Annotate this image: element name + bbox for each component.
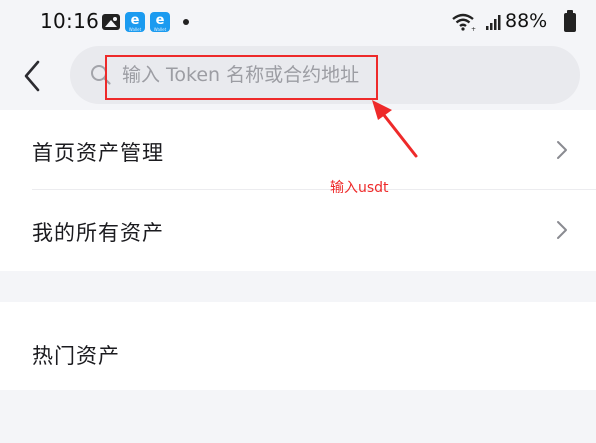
search-icon xyxy=(91,65,111,85)
list-item-label: 首页资产管理 xyxy=(32,141,164,165)
asset-menu-card: 首页资产管理 我的所有资产 xyxy=(0,110,596,271)
battery-icon xyxy=(564,10,576,32)
chevron-left-icon xyxy=(24,60,40,92)
section-header-hot-assets: 热门资产 xyxy=(0,302,596,390)
svg-text:+: + xyxy=(471,26,476,32)
status-bar: 10:16 e e + 88% xyxy=(0,0,596,44)
wallet-app-icon: e xyxy=(150,12,170,32)
hot-assets-section: 热门资产 xyxy=(0,302,596,390)
search-input[interactable] xyxy=(122,58,442,92)
section-title: 热门资产 xyxy=(32,344,120,368)
battery-percent: 88% xyxy=(505,10,548,32)
notification-dot-icon xyxy=(183,19,189,25)
top-navigation xyxy=(0,44,596,110)
list-item-label: 我的所有资产 xyxy=(32,221,164,245)
image-icon xyxy=(102,14,120,30)
list-item-home-asset-management[interactable]: 首页资产管理 xyxy=(0,110,596,190)
list-item-all-my-assets[interactable]: 我的所有资产 xyxy=(0,190,596,270)
annotation-note: 输入usdt xyxy=(330,180,389,196)
signal-icon xyxy=(486,15,501,30)
status-time: 10:16 xyxy=(40,9,100,33)
search-box[interactable] xyxy=(70,46,580,104)
wifi-icon: + xyxy=(452,13,476,32)
status-icons-left: e e xyxy=(102,12,189,32)
wallet-app-icon: e xyxy=(125,12,145,32)
chevron-right-icon xyxy=(557,141,567,159)
chevron-right-icon xyxy=(557,221,567,239)
back-button[interactable] xyxy=(16,56,50,96)
